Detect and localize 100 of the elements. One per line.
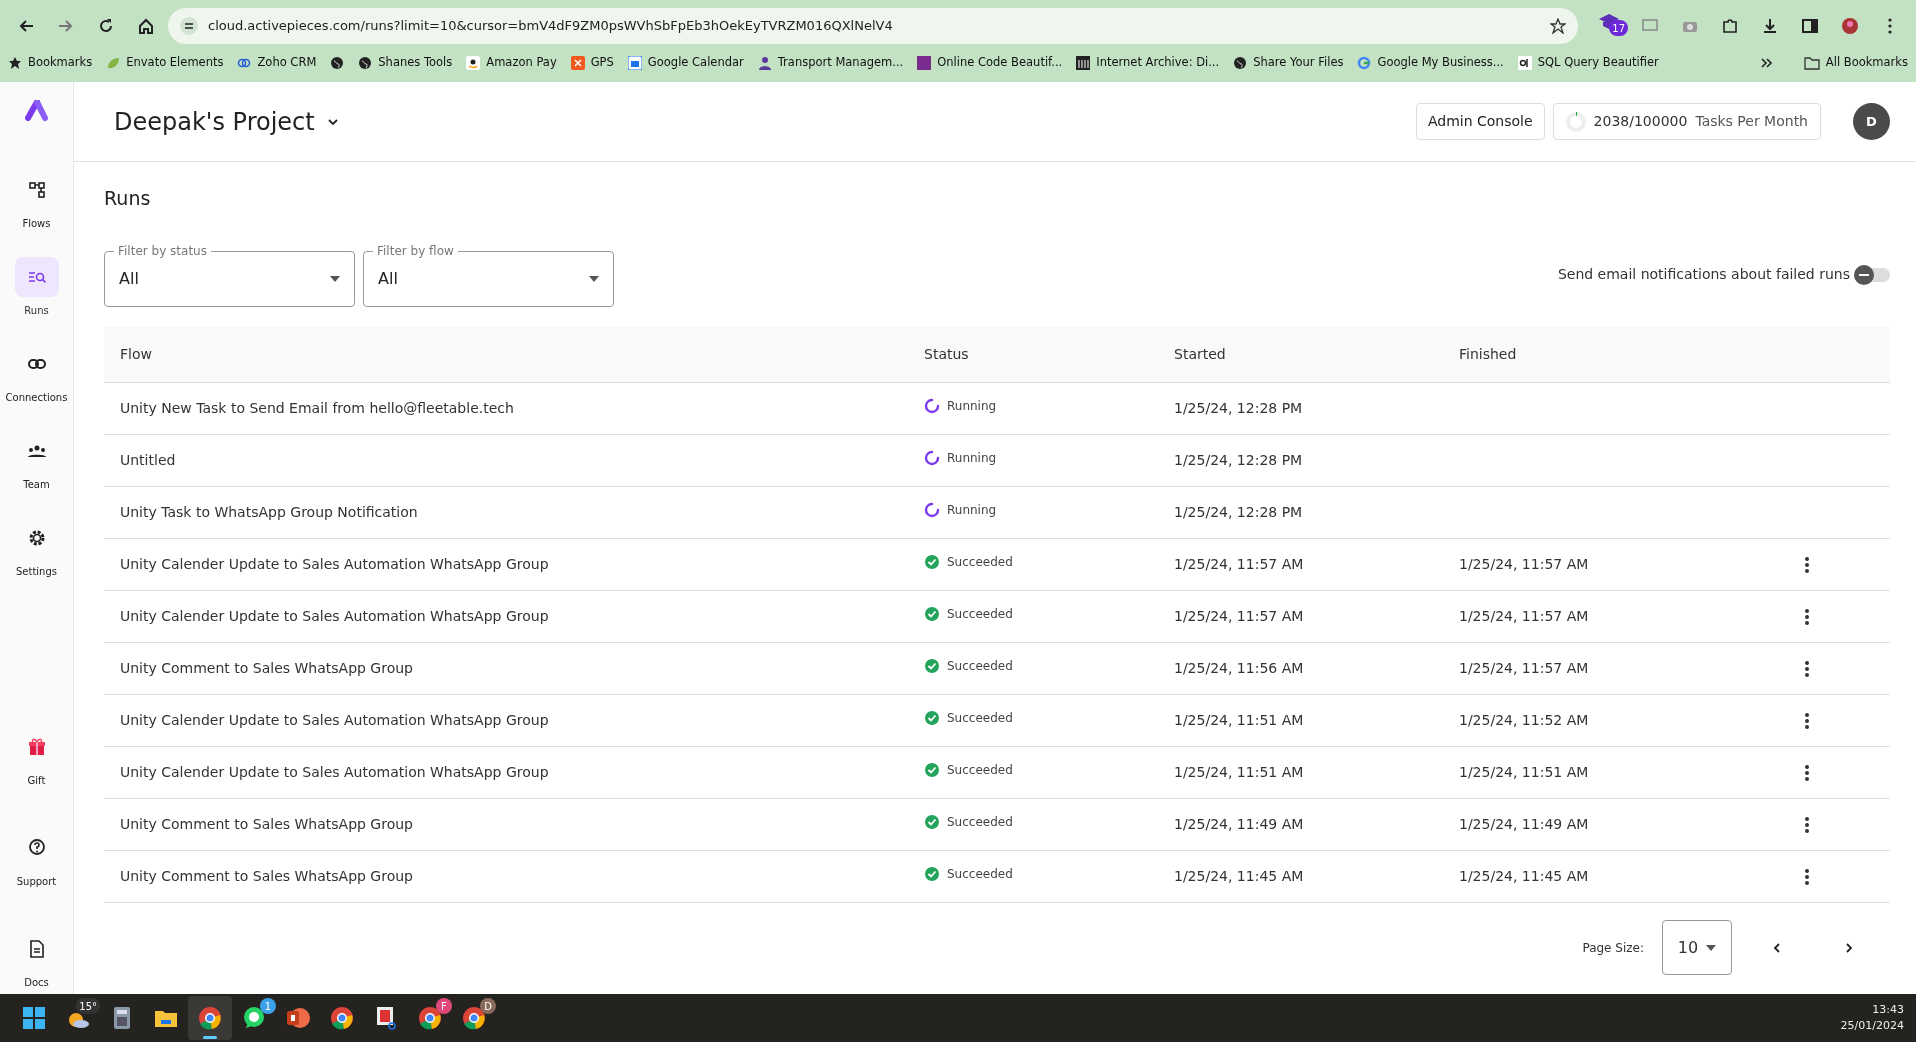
chrome-icon xyxy=(416,1004,444,1032)
bookmark[interactable]: Online Code Beautif... xyxy=(917,54,1063,72)
extension-badge: 17 xyxy=(1609,20,1628,36)
home-icon xyxy=(137,16,155,35)
status-label: Succeeded xyxy=(924,864,1013,883)
flow-name: Unity Comment to Sales WhatsApp Group xyxy=(120,815,413,832)
flow-name: Unity Task to WhatsApp Group Notification xyxy=(120,503,418,520)
more-vertical-icon xyxy=(1805,868,1809,885)
clock-time: 13:43 xyxy=(1871,1002,1904,1018)
check-circle-icon xyxy=(924,813,940,830)
flow-name: Unity Comment to Sales WhatsApp Group xyxy=(120,867,413,884)
status-label: Succeeded xyxy=(924,656,1013,675)
sidebar-item[interactable]: Docs xyxy=(1,929,72,990)
bookmark[interactable]: Google My Business... xyxy=(1357,54,1504,72)
bookmark[interactable]: Envato Elements xyxy=(106,54,224,72)
more-vertical-icon xyxy=(1805,608,1809,625)
check-circle-icon xyxy=(924,553,940,570)
check-circle-icon xyxy=(924,657,940,674)
more-vertical-icon xyxy=(1805,764,1809,781)
more-vertical-icon xyxy=(1805,712,1809,729)
sidebar-item[interactable]: Team xyxy=(1,431,72,492)
taskbar-app[interactable] xyxy=(188,996,232,1040)
app-badge: 1 xyxy=(260,998,276,1014)
flow-name: Unity Calender Update to Sales Automation WhatsApp Group xyxy=(120,555,549,572)
sidebar-item[interactable]: Runs xyxy=(1,257,72,318)
bookmark[interactable]: SQL Query Beautifier xyxy=(1517,54,1659,72)
bookmark[interactable]: Transport Managem... xyxy=(757,54,904,72)
admin-console-button[interactable]: Admin Console xyxy=(1415,103,1545,140)
page-size-select[interactable]: 10 xyxy=(1662,920,1732,975)
chevron-down-icon xyxy=(326,117,339,126)
dropdown-arrow-icon xyxy=(1706,944,1717,951)
started-time: 1/25/24, 11:49 AM xyxy=(1174,815,1304,832)
dropdown-arrow-icon xyxy=(330,275,340,282)
sidebar-item[interactable]: Support xyxy=(1,828,72,889)
column-header: Flow xyxy=(120,345,152,362)
bookmark[interactable]: Zoho CRM xyxy=(237,54,317,72)
all-bookmarks-button[interactable]: All Bookmarks xyxy=(1803,54,1908,72)
finished-time: 1/25/24, 11:51 AM xyxy=(1459,763,1589,780)
started-time: 1/25/24, 11:51 AM xyxy=(1174,711,1304,728)
started-time: 1/25/24, 11:45 AM xyxy=(1174,867,1304,884)
globe-icon xyxy=(1233,56,1248,70)
project-selector[interactable]: Deepak's Project xyxy=(114,103,339,140)
spinner-icon xyxy=(924,501,940,518)
finished-time: 1/25/24, 11:52 AM xyxy=(1459,711,1589,728)
app-badge: D xyxy=(480,998,496,1014)
flow-name: Unity Calender Update to Sales Automation WhatsApp Group xyxy=(120,607,549,624)
usage-label: Tasks Per Month xyxy=(1695,112,1808,131)
reload-icon xyxy=(97,16,115,35)
bookmark[interactable]: Amazon Pay xyxy=(466,54,557,72)
finished-time: 1/25/24, 11:49 AM xyxy=(1459,815,1589,832)
chevron-left-icon xyxy=(1772,942,1782,954)
folder-icon xyxy=(1803,56,1820,70)
finished-time: 1/25/24, 11:57 AM xyxy=(1459,607,1589,624)
taskbar-app[interactable]: F xyxy=(408,996,452,1040)
finished-time: 1/25/24, 11:57 AM xyxy=(1459,659,1589,676)
chrome-icon xyxy=(328,1004,356,1032)
chevrons-icon[interactable] xyxy=(1759,55,1774,70)
status-label: Succeeded xyxy=(924,604,1013,623)
menu-icon xyxy=(1888,17,1892,34)
usage-indicator[interactable]: 2038/100000 Tasks Per Month xyxy=(1552,103,1821,140)
bookmark-icon-button[interactable] xyxy=(330,56,345,70)
rings-icon xyxy=(237,56,252,70)
sidebar-item[interactable]: Flows xyxy=(1,170,72,231)
bookmark[interactable]: Shanes Tools xyxy=(358,54,453,72)
extension-button[interactable]: 17 xyxy=(1598,10,1628,41)
leaf-icon xyxy=(106,56,121,70)
check-circle-icon xyxy=(924,605,940,622)
cb-icon xyxy=(1517,56,1532,70)
finished-time: 1/25/24, 11:57 AM xyxy=(1459,555,1589,572)
flow-name: Untitled xyxy=(120,451,176,468)
column-header: Status xyxy=(924,345,969,362)
flow-name: Unity Calender Update to Sales Automation WhatsApp Group xyxy=(120,711,549,728)
bookmark[interactable]: Google Calendar xyxy=(627,54,744,72)
taskbar-app[interactable]: D xyxy=(452,996,496,1040)
started-time: 1/25/24, 12:28 PM xyxy=(1174,503,1303,520)
status-label: Succeeded xyxy=(924,760,1013,779)
windows-icon xyxy=(20,1004,48,1032)
spinner-icon xyxy=(924,449,940,466)
sidebar-item[interactable]: Settings xyxy=(1,518,72,579)
status-label: Succeeded xyxy=(924,552,1013,571)
bookmark[interactable]: GPS xyxy=(570,54,614,72)
check-circle-icon xyxy=(924,761,940,778)
bookmark[interactable]: Bookmarks xyxy=(8,54,93,72)
started-time: 1/25/24, 11:57 AM xyxy=(1174,555,1304,572)
bookmark[interactable]: Share Your Files xyxy=(1233,54,1344,72)
started-time: 1/25/24, 11:51 AM xyxy=(1174,763,1304,780)
check-circle-icon xyxy=(924,865,940,882)
sidebar-item[interactable]: Gift xyxy=(1,727,72,788)
taskbar-app[interactable]: 15° xyxy=(56,996,100,1040)
building-icon xyxy=(1076,56,1091,70)
status-label: Running xyxy=(924,448,997,467)
flow-name: Unity Calender Update to Sales Automation WhatsApp Group xyxy=(120,763,549,780)
sidebar-item[interactable]: Connections xyxy=(1,344,72,405)
toggle-switch[interactable] xyxy=(1854,267,1890,282)
avatar[interactable]: D xyxy=(1853,103,1890,140)
bookmark[interactable]: Internet Archive: Di... xyxy=(1076,54,1220,72)
address-bar[interactable]: cloud.activepieces.com/runs?limit=10&cursor=bmV4dF9ZM0psWVhSbFpEb3hOekEyTVRZM016QXlNelV4 xyxy=(168,7,1578,44)
calendar-icon xyxy=(627,56,642,70)
tile-icon xyxy=(917,56,932,70)
page-size-label: Page Size: xyxy=(1582,939,1644,957)
